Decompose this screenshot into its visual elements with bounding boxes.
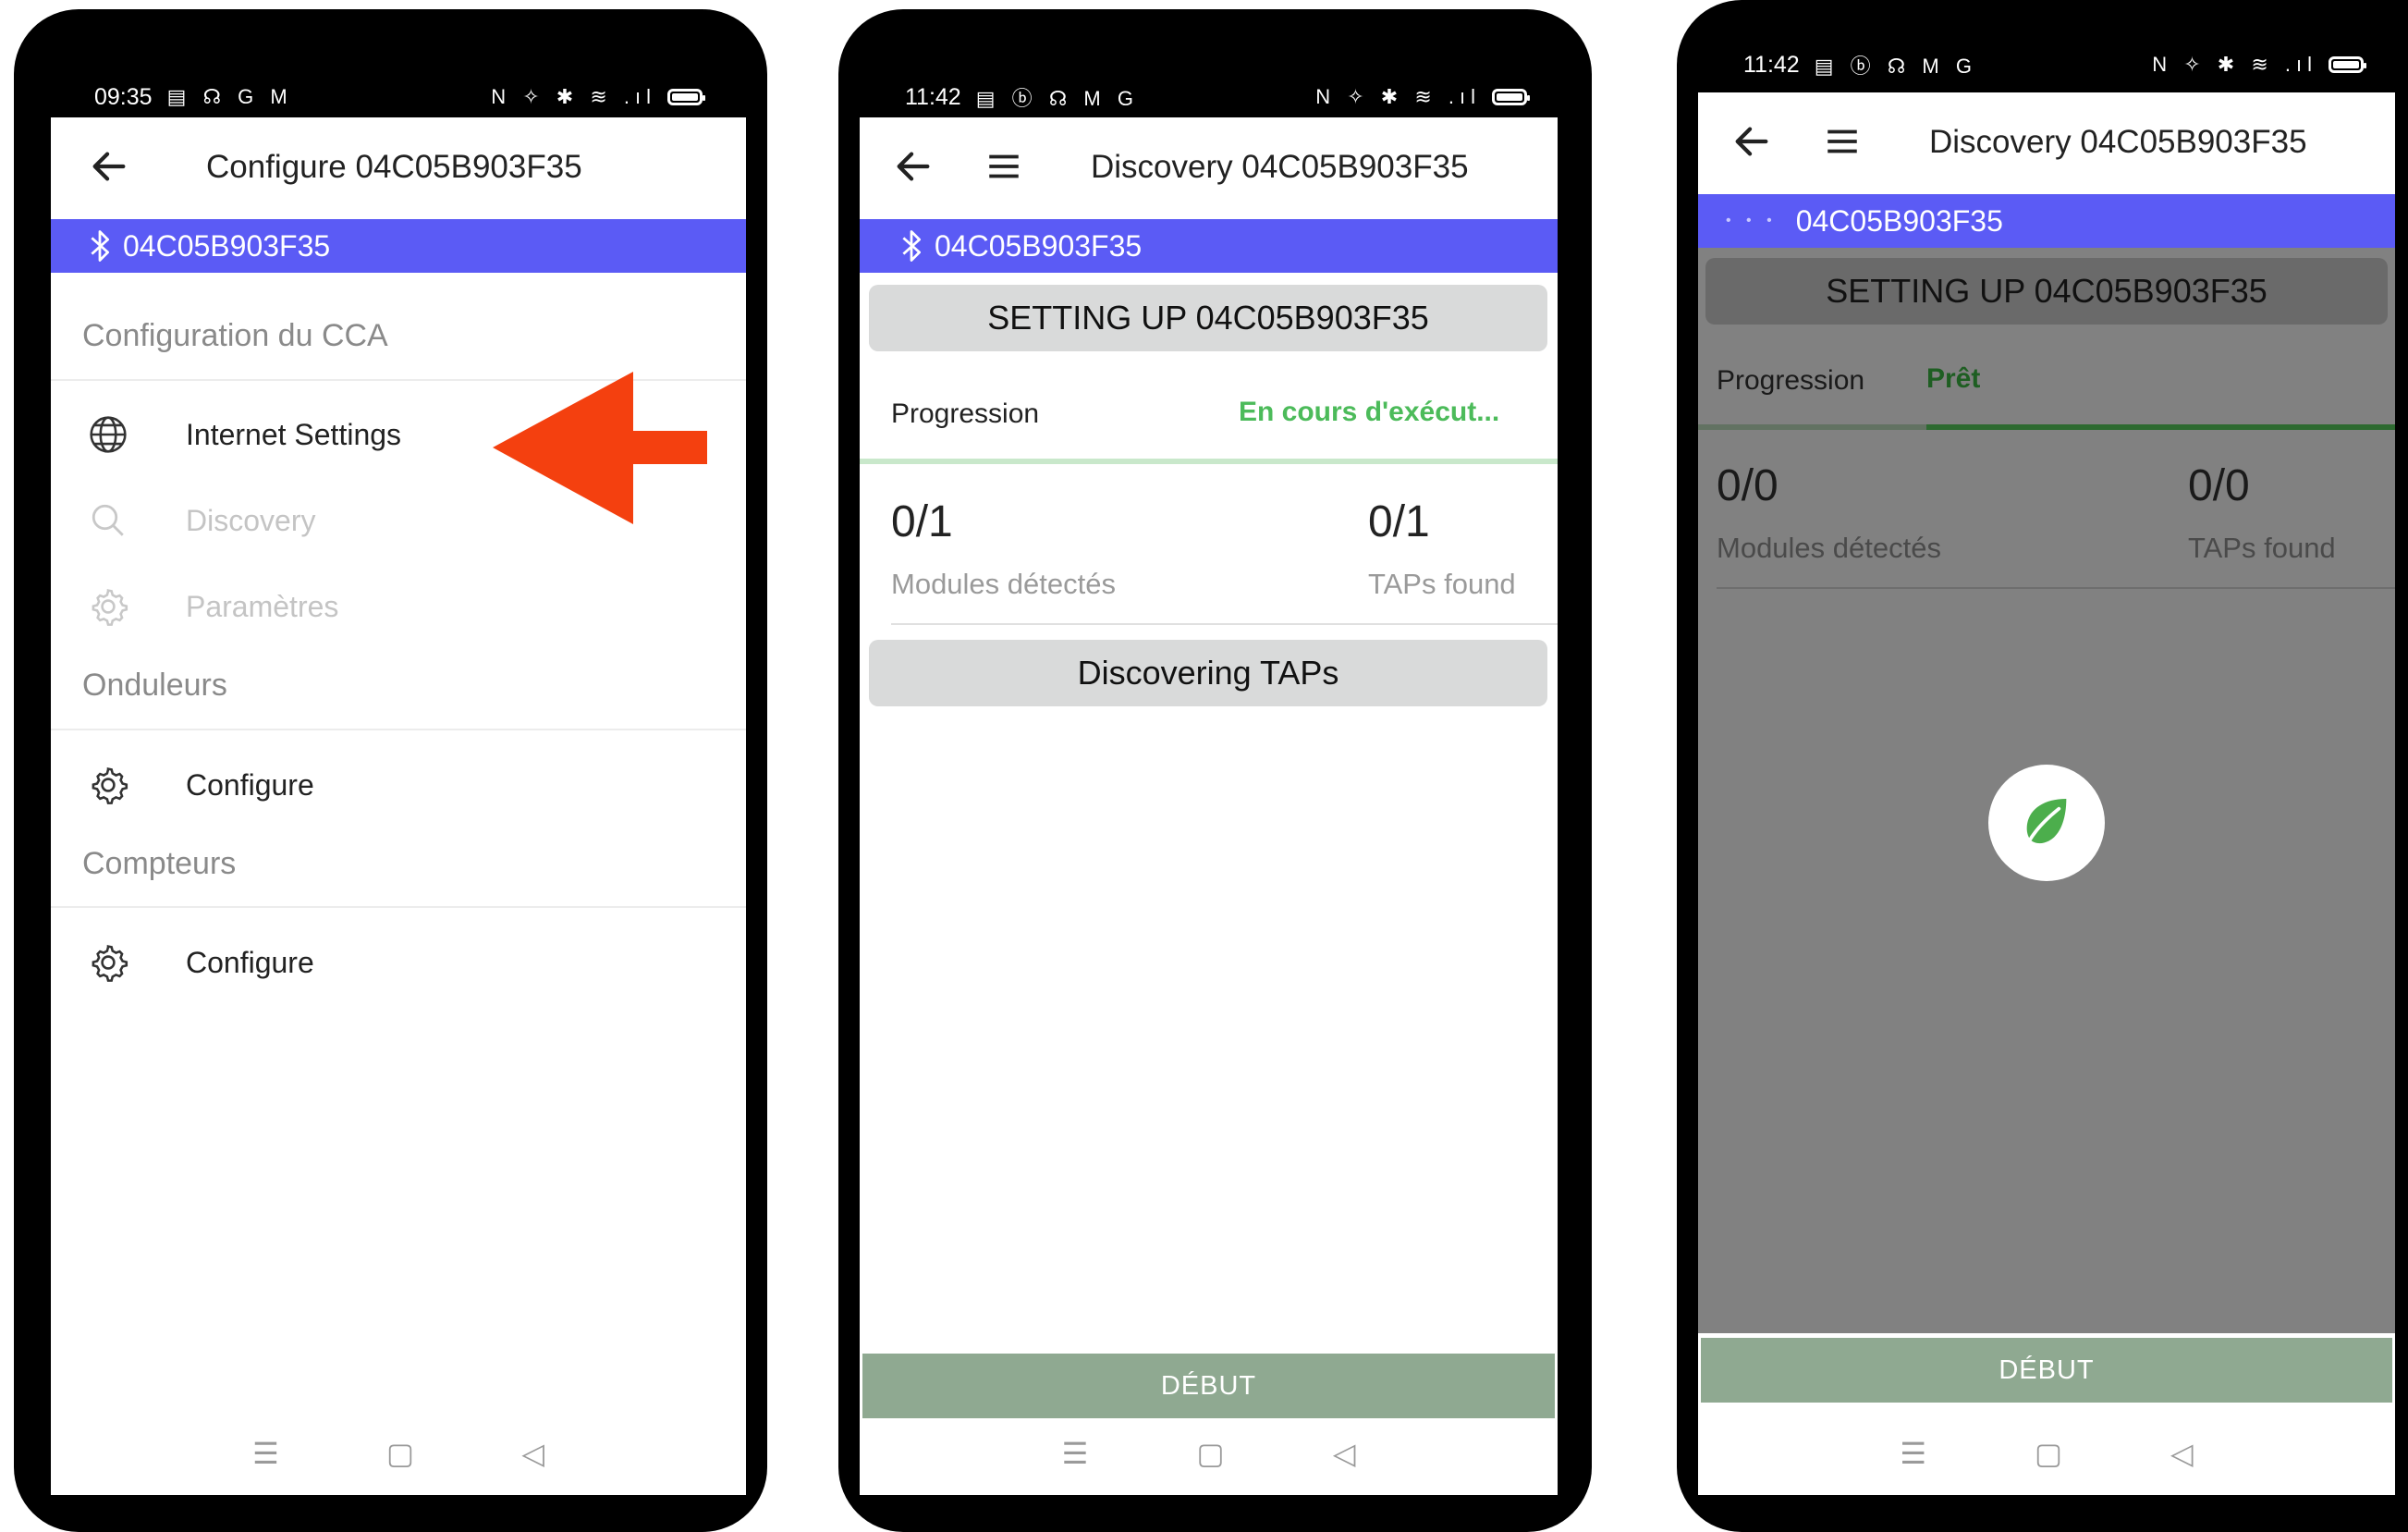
- device-id: 04C05B903F35: [123, 228, 331, 263]
- hamburger-menu-icon[interactable]: [984, 147, 1023, 194]
- menu-item-configure-onduleurs[interactable]: Configure: [51, 742, 746, 827]
- progress-track: [860, 459, 1558, 464]
- page-title: Discovery 04C05B903F35: [1929, 124, 2307, 160]
- debut-button[interactable]: DÉBUT: [1701, 1338, 2392, 1403]
- progress-fill: [1926, 424, 2395, 430]
- taps-label: TAPs found: [2188, 532, 2336, 564]
- battery-icon: [1492, 89, 1530, 105]
- phone-configure: 09:35 ▤ ☊ G M N ✧ ✱ ≋ .ıl Configure 04C0…: [14, 9, 767, 1532]
- notification-icons: ▤ ☊ G M: [166, 85, 293, 108]
- search-icon: [80, 501, 136, 540]
- discovering-taps-button[interactable]: Discovering TAPs: [869, 640, 1547, 706]
- gear-icon: [80, 942, 136, 983]
- hamburger-menu-icon[interactable]: [1823, 122, 1862, 169]
- notification-icons: ▤ ⓑ ☊ M G: [1814, 55, 1977, 78]
- setup-button[interactable]: SETTING UP 04C05B903F35: [1705, 258, 2388, 325]
- status-bar: 09:35 ▤ ☊ G M N ✧ ✱ ≋ .ıl: [14, 74, 767, 120]
- status-time: 11:42: [905, 83, 961, 110]
- modules-count: 0/1: [891, 497, 953, 546]
- app-bar: Configure 04C05B903F35: [51, 117, 746, 219]
- notification-icons: ▤ ⓑ ☊ M G: [975, 87, 1139, 110]
- divider: [51, 729, 746, 730]
- home-icon[interactable]: ▢: [386, 1436, 414, 1471]
- bluetooth-icon: [901, 228, 922, 264]
- status-time: 11:42: [1743, 51, 1800, 78]
- device-bar: 04C05B903F35: [51, 219, 746, 273]
- section-compteurs: Compteurs: [82, 846, 237, 881]
- recents-icon[interactable]: ☰: [252, 1436, 279, 1471]
- home-icon[interactable]: ▢: [2035, 1436, 2062, 1471]
- recents-icon[interactable]: ☰: [1062, 1436, 1089, 1471]
- app-bar: Discovery 04C05B903F35: [860, 117, 1558, 219]
- page-title: Discovery 04C05B903F35: [1091, 149, 1469, 185]
- home-icon[interactable]: ▢: [1196, 1436, 1224, 1471]
- menu-label: Configure: [186, 767, 314, 802]
- setup-button[interactable]: SETTING UP 04C05B903F35: [869, 285, 1547, 351]
- taps-label: TAPs found: [1368, 568, 1516, 600]
- divider: [891, 623, 1558, 625]
- device-id: 04C05B903F35: [1795, 203, 2003, 238]
- globe-icon: [80, 414, 136, 455]
- menu-item-configure-compteurs[interactable]: Configure: [51, 920, 746, 1005]
- phone-discovery-loading: 11:42 ▤ ⓑ ☊ M G N ✧ ✱ ≋ .ıl Discovery 04…: [1677, 0, 2408, 1532]
- back-nav-icon[interactable]: ◁: [1333, 1436, 1356, 1471]
- progress-label: Progression: [1717, 365, 1865, 396]
- gear-icon: [80, 586, 136, 627]
- back-arrow-icon[interactable]: [88, 145, 130, 196]
- status-bar: 11:42 ▤ ⓑ ☊ M G N ✧ ✱ ≋ .ıl: [1677, 42, 2408, 88]
- system-icons: N ✧ ✱ ≋ .ıl: [1315, 85, 1481, 108]
- battery-icon: [2329, 56, 2366, 73]
- page-title: Configure 04C05B903F35: [206, 149, 582, 185]
- status-bar: 11:42 ▤ ⓑ ☊ M G N ✧ ✱ ≋ .ıl: [838, 74, 1592, 120]
- section-cca: Configuration du CCA: [82, 318, 388, 353]
- debut-button[interactable]: DÉBUT: [862, 1354, 1555, 1418]
- screen: Discovery 04C05B903F35 04C05B903F35 SETT…: [860, 117, 1558, 1495]
- android-nav-bar: ☰ ▢ ◁: [51, 1412, 746, 1495]
- device-bar: 04C05B903F35: [860, 219, 1558, 273]
- taps-count: 0/0: [2188, 461, 2250, 510]
- menu-label: Internet Settings: [186, 417, 402, 451]
- back-arrow-icon[interactable]: [892, 145, 935, 196]
- back-arrow-icon[interactable]: [1730, 120, 1773, 171]
- loading-spinner: [1988, 765, 2105, 881]
- recents-icon[interactable]: ☰: [1900, 1436, 1926, 1471]
- app-bar: Discovery 04C05B903F35: [1698, 92, 2395, 194]
- system-icons: N ✧ ✱ ≋ .ıl: [491, 85, 656, 108]
- bluetooth-icon: [90, 228, 110, 264]
- device-id: 04C05B903F35: [935, 228, 1143, 263]
- modules-label: Modules détectés: [1717, 532, 1941, 564]
- back-nav-icon[interactable]: ◁: [521, 1436, 544, 1471]
- divider: [51, 906, 746, 908]
- progress-status: En cours d'exécut...: [1239, 397, 1500, 427]
- connecting-dots-icon: • • •: [1726, 213, 1778, 228]
- progress-label: Progression: [891, 398, 1040, 429]
- system-icons: N ✧ ✱ ≋ .ıl: [2152, 53, 2317, 76]
- status-time: 09:35: [94, 83, 153, 110]
- android-nav-bar: ☰ ▢ ◁: [860, 1412, 1558, 1495]
- phone-discovery-running: 11:42 ▤ ⓑ ☊ M G N ✧ ✱ ≋ .ıl Discovery 04…: [838, 9, 1592, 1532]
- screen: Discovery 04C05B903F35 • • • 04C05B903F3…: [1698, 92, 2395, 1495]
- menu-label: Configure: [186, 945, 314, 979]
- divider: [1717, 587, 2395, 589]
- section-onduleurs: Onduleurs: [82, 668, 227, 703]
- menu-label: Paramètres: [186, 589, 339, 623]
- menu-item-parametres[interactable]: Paramètres: [51, 564, 746, 649]
- battery-icon: [667, 89, 705, 105]
- annotation-arrow-icon: [493, 372, 715, 529]
- gear-icon: [80, 765, 136, 805]
- modules-count: 0/0: [1717, 461, 1778, 510]
- progress-status: Prêt: [1926, 363, 1981, 394]
- android-nav-bar: ☰ ▢ ◁: [1698, 1412, 2395, 1495]
- taps-count: 0/1: [1368, 497, 1430, 546]
- screen: Configure 04C05B903F35 04C05B903F35 Conf…: [51, 117, 746, 1495]
- device-bar: • • • 04C05B903F35: [1698, 194, 2395, 248]
- back-nav-icon[interactable]: ◁: [2170, 1436, 2194, 1471]
- modules-label: Modules détectés: [891, 568, 1116, 600]
- leaf-icon: [2017, 791, 2076, 855]
- menu-label: Discovery: [186, 503, 316, 537]
